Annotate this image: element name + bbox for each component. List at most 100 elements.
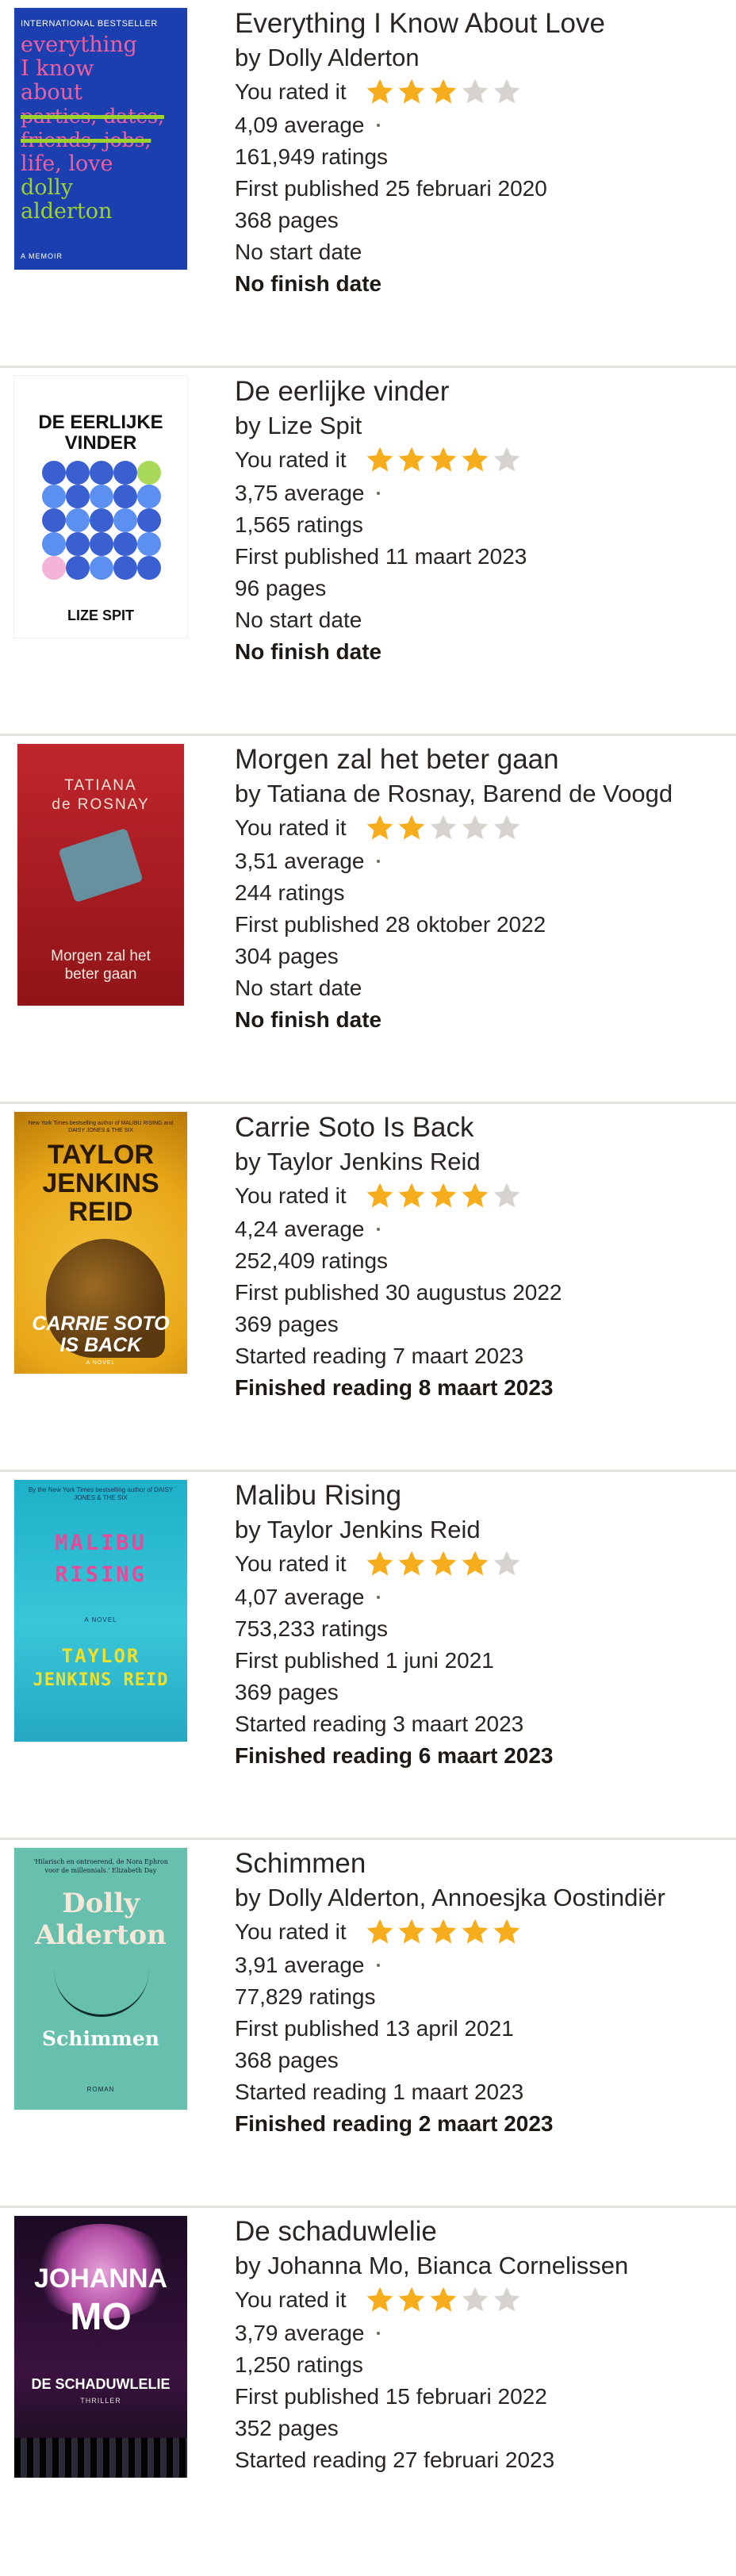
average-rating: 4,07 average: [235, 1581, 726, 1613]
star-icon[interactable]: [427, 76, 459, 108]
star-icon[interactable]: [491, 1180, 523, 1212]
book-author[interactable]: by Lize Spit: [235, 409, 726, 443]
start-date[interactable]: Started reading 3 maart 2023: [235, 1708, 726, 1740]
average-text: 3,75 average: [235, 481, 365, 505]
book-title[interactable]: Everything I Know About Love: [235, 6, 726, 41]
star-icon[interactable]: [491, 1548, 523, 1580]
average-text: 4,24 average: [235, 1217, 365, 1241]
star-icon[interactable]: [491, 444, 523, 476]
book-cover[interactable]: TATIANA de ROSNAY Morgen zal het beter g…: [17, 744, 184, 1006]
cover-tag: A NOVEL: [86, 1360, 116, 1366]
star-icon[interactable]: [459, 1548, 491, 1580]
page-count: 304 pages: [235, 944, 339, 968]
book-title[interactable]: De eerlijke vinder: [235, 374, 726, 409]
finish-date[interactable]: No finish date: [235, 1004, 726, 1036]
book-author[interactable]: by Dolly Alderton: [235, 41, 726, 75]
book-cover[interactable]: New York Times bestselling author of MAL…: [14, 1112, 187, 1374]
star-icon[interactable]: [364, 1180, 396, 1212]
book-author[interactable]: by Tatiana de Rosnay, Barend de Voogd: [235, 777, 726, 811]
star-icon[interactable]: [459, 812, 491, 844]
cover-line: friends, jobs,: [21, 128, 151, 151]
star-icon[interactable]: [459, 1916, 491, 1948]
star-icon[interactable]: [491, 812, 523, 844]
star-icon[interactable]: [396, 444, 427, 476]
book-title[interactable]: Carrie Soto Is Back: [235, 1110, 726, 1145]
star-icon[interactable]: [364, 1916, 396, 1948]
star-icon[interactable]: [427, 1180, 459, 1212]
star-rating[interactable]: [364, 2284, 523, 2316]
book-info: De eerlijke vinder by Lize Spit You rate…: [235, 374, 726, 668]
star-icon[interactable]: [396, 2284, 427, 2316]
star-rating[interactable]: [364, 76, 523, 108]
star-icon[interactable]: [396, 76, 427, 108]
star-rating[interactable]: [364, 1548, 523, 1580]
star-icon[interactable]: [364, 1548, 396, 1580]
star-rating[interactable]: [364, 1916, 523, 1948]
star-icon[interactable]: [396, 1916, 427, 1948]
star-rating[interactable]: [364, 444, 523, 476]
start-date[interactable]: Started reading 1 maart 2023: [235, 2076, 726, 2108]
rating-row: You rated it: [235, 1547, 726, 1581]
star-icon[interactable]: [427, 1916, 459, 1948]
start-date[interactable]: Started reading 7 maart 2023: [235, 1340, 726, 1372]
book-author[interactable]: by Johanna Mo, Bianca Cornelissen: [235, 2249, 726, 2283]
star-icon[interactable]: [459, 2284, 491, 2316]
start-date[interactable]: Started reading 27 februari 2023: [235, 2444, 726, 2476]
dot-icon: [377, 1596, 381, 1599]
star-icon[interactable]: [396, 1548, 427, 1580]
star-icon[interactable]: [459, 1180, 491, 1212]
star-icon[interactable]: [459, 444, 491, 476]
star-icon[interactable]: [364, 76, 396, 108]
star-icon[interactable]: [427, 444, 459, 476]
star-icon[interactable]: [364, 812, 396, 844]
star-icon[interactable]: [427, 2284, 459, 2316]
star-icon[interactable]: [427, 812, 459, 844]
book-info: Morgen zal het beter gaan by Tatiana de …: [235, 742, 726, 1036]
finish-date[interactable]: Finished reading 8 maart 2023: [235, 1372, 726, 1404]
start-date[interactable]: No start date: [235, 604, 726, 636]
star-icon[interactable]: [364, 444, 396, 476]
rating-row: You rated it: [235, 2283, 726, 2317]
book-cover[interactable]: By the New York Times bestselling author…: [14, 1480, 187, 1742]
book-cover[interactable]: INTERNATIONAL BESTSELLER everything I kn…: [14, 8, 187, 270]
rated-label: You rated it: [235, 79, 347, 104]
page-count: 368 pages: [235, 208, 339, 232]
cover-illustration: [58, 827, 144, 903]
book-cover[interactable]: JOHANNA MO DE SCHADUWLELIE THRILLER: [14, 2216, 187, 2478]
cover-bridge: [14, 2438, 187, 2478]
cover-line: alderton: [21, 199, 113, 224]
star-icon[interactable]: [396, 812, 427, 844]
book-author[interactable]: by Taylor Jenkins Reid: [235, 1513, 726, 1547]
book-title[interactable]: Schimmen: [235, 1846, 726, 1881]
average-rating: 4,24 average: [235, 1213, 726, 1245]
book-title[interactable]: De schaduwlelie: [235, 2214, 726, 2249]
average-rating: 4,09 average: [235, 109, 726, 141]
star-icon[interactable]: [491, 1916, 523, 1948]
book-title[interactable]: Malibu Rising: [235, 1478, 726, 1513]
cover-tag: THRILLER: [80, 2397, 121, 2405]
finish-date[interactable]: No finish date: [235, 268, 726, 300]
star-rating[interactable]: [364, 812, 523, 844]
book-author[interactable]: by Taylor Jenkins Reid: [235, 1145, 726, 1179]
book-author[interactable]: by Dolly Alderton, Annoesjka Oostindiër: [235, 1881, 726, 1915]
star-icon[interactable]: [491, 76, 523, 108]
star-icon[interactable]: [491, 2284, 523, 2316]
star-icon[interactable]: [459, 76, 491, 108]
finish-date[interactable]: No finish date: [235, 636, 726, 668]
star-icon[interactable]: [427, 1548, 459, 1580]
rated-label: You rated it: [235, 1919, 347, 1944]
book-cover[interactable]: 'Hilarisch en ontroerend, de Nora Ephron…: [14, 1848, 187, 2110]
star-icon[interactable]: [364, 2284, 396, 2316]
start-date[interactable]: No start date: [235, 972, 726, 1004]
finish-date[interactable]: Finished reading 6 maart 2023: [235, 1740, 726, 1772]
star-icon[interactable]: [396, 1180, 427, 1212]
star-rating[interactable]: [364, 1180, 523, 1212]
start-date[interactable]: No start date: [235, 236, 726, 268]
average-rating: 3,91 average: [235, 1949, 726, 1981]
finish-date[interactable]: Finished reading 2 maart 2023: [235, 2108, 726, 2140]
book-row: DE EERLIJKE VINDER LIZE SPIT De eerlijke…: [0, 368, 736, 736]
cover-author: Dolly: [62, 1888, 140, 1919]
cover-line: I know: [21, 56, 94, 81]
book-title[interactable]: Morgen zal het beter gaan: [235, 742, 726, 777]
book-cover[interactable]: DE EERLIJKE VINDER LIZE SPIT: [14, 376, 187, 638]
